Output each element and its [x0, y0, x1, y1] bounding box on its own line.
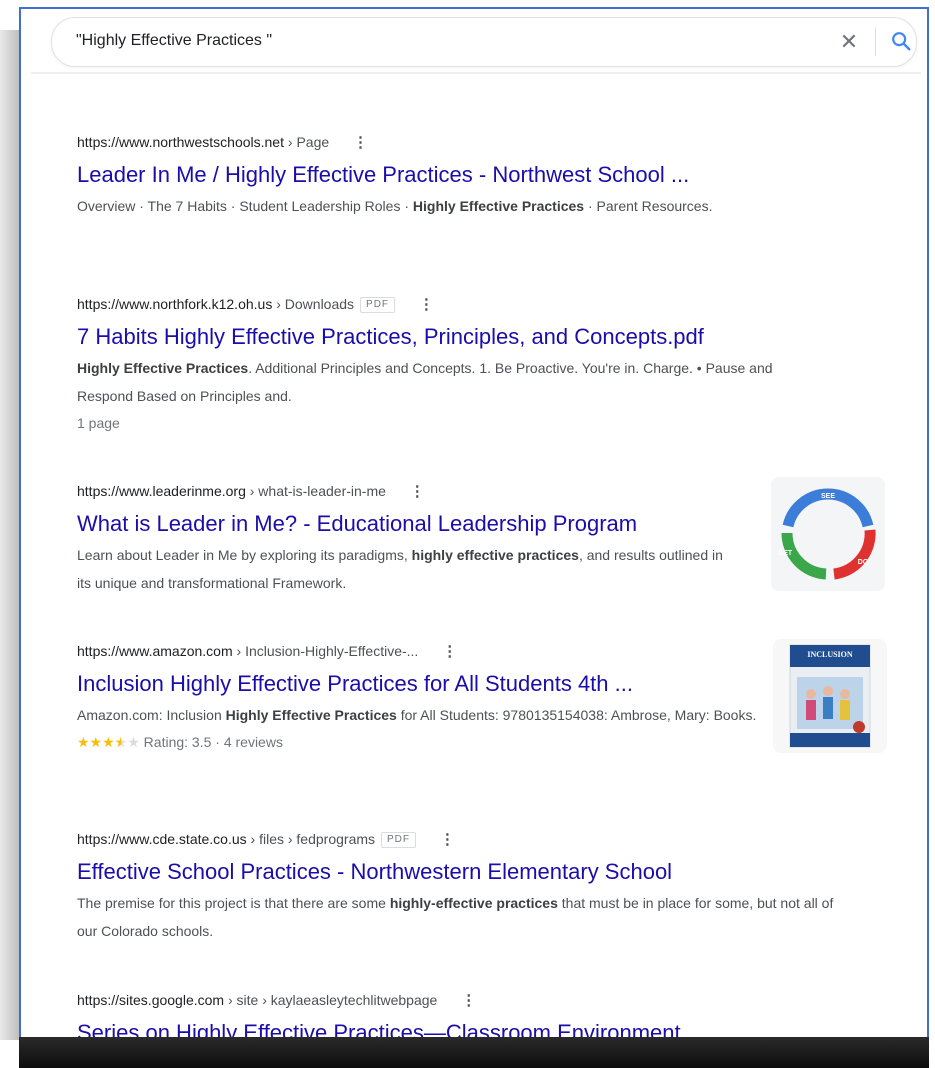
search-input[interactable]: "Highly Effective Practices " — [76, 32, 272, 50]
result-snippet: Highly Effective Practices. Additional P… — [77, 360, 773, 404]
search-divider — [875, 28, 876, 56]
result-snippet: Amazon.com: Inclusion Highly Effective P… — [77, 707, 757, 723]
result-path: › site › kaylaeasleytechlitwebpage — [224, 992, 438, 1008]
result-path: › Downloads — [272, 296, 355, 312]
search-result: https://www.cde.state.co.us › files › fe… — [77, 828, 837, 945]
more-options-icon[interactable]: ⋮ — [461, 990, 476, 1012]
result-site[interactable]: https://www.northfork.k12.oh.us — [77, 296, 272, 312]
result-title[interactable]: Inclusion Highly Effective Practices for… — [77, 669, 767, 699]
search-result: https://www.northfork.k12.oh.us › Downlo… — [77, 293, 817, 436]
cycle-label-get: GET — [778, 550, 793, 557]
result-snippet: Overview · The 7 Habits · Student Leader… — [77, 198, 713, 214]
result-site[interactable]: https://www.leaderinme.org — [77, 483, 246, 499]
search-result: https://www.amazon.com › Inclusion-Highl… — [77, 640, 767, 755]
result-site[interactable]: https://www.amazon.com — [77, 643, 233, 659]
result-title[interactable]: Effective School Practices - Northwester… — [77, 857, 837, 887]
result-cite[interactable]: https://www.cde.state.co.us › files › fe… — [77, 828, 837, 850]
result-snippet: The premise for this project is that the… — [77, 895, 834, 939]
result-title[interactable]: Leader In Me / Highly Effective Practice… — [77, 160, 817, 190]
left-shadow — [0, 30, 20, 1040]
more-options-icon[interactable]: ⋮ — [440, 829, 455, 851]
result-path: › Page — [284, 134, 330, 150]
bottom-dark-bar — [19, 1037, 929, 1068]
result-thumbnail-book[interactable]: INCLUSION — [773, 639, 887, 753]
cycle-label-do: DO — [858, 559, 869, 566]
result-thumbnail-cycle[interactable]: SEE DO GET — [771, 477, 885, 591]
more-options-icon[interactable]: ⋮ — [419, 294, 434, 316]
rating-stars-icon: ★★★★★★ — [77, 734, 140, 750]
result-title[interactable]: 7 Habits Highly Effective Practices, Pri… — [77, 322, 817, 352]
result-cite[interactable]: https://sites.google.com › site › kaylae… — [77, 989, 837, 1011]
result-site[interactable]: https://sites.google.com — [77, 992, 224, 1008]
result-site[interactable]: https://www.northwestschools.net — [77, 134, 284, 150]
result-title[interactable]: What is Leader in Me? - Educational Lead… — [77, 509, 737, 539]
pdf-badge: PDF — [360, 297, 396, 314]
more-options-icon[interactable]: ⋮ — [353, 132, 368, 154]
result-cite[interactable]: https://www.northwestschools.net › Page … — [77, 131, 817, 153]
search-bar[interactable]: "Highly Effective Practices " ✕ — [51, 17, 917, 67]
result-snippet: Learn about Leader in Me by exploring it… — [77, 547, 723, 591]
result-path: › what-is-leader-in-me — [245, 483, 386, 499]
result-cite[interactable]: https://www.northfork.k12.oh.us › Downlo… — [77, 293, 817, 315]
result-site[interactable]: https://www.cde.state.co.us — [77, 831, 247, 847]
result-page-count: 1 page — [77, 415, 120, 431]
more-options-icon[interactable]: ⋮ — [442, 641, 457, 663]
result-rating: ★★★★★★ Rating: 3.5 · 4 reviews — [77, 729, 767, 755]
pdf-badge: PDF — [381, 832, 417, 849]
search-result: https://www.leaderinme.org › what-is-lea… — [77, 480, 737, 597]
result-cite[interactable]: https://www.leaderinme.org › what-is-lea… — [77, 480, 737, 502]
search-result: https://www.northwestschools.net › Page … — [77, 131, 817, 220]
rating-text: Rating: 3.5 · 4 reviews — [143, 734, 283, 750]
result-path: › files › fedprograms — [246, 831, 376, 847]
result-cite[interactable]: https://www.amazon.com › Inclusion-Highl… — [77, 640, 767, 662]
header-divider — [31, 72, 921, 74]
close-icon[interactable]: ✕ — [838, 31, 860, 53]
book-title: INCLUSION — [807, 650, 853, 659]
result-path: › Inclusion-Highly-Effective-... — [232, 643, 419, 659]
more-options-icon[interactable]: ⋮ — [410, 481, 425, 503]
browser-frame: "Highly Effective Practices " ✕ https://… — [19, 7, 929, 1060]
search-icon[interactable] — [890, 30, 914, 54]
cycle-label-see: SEE — [821, 493, 835, 500]
